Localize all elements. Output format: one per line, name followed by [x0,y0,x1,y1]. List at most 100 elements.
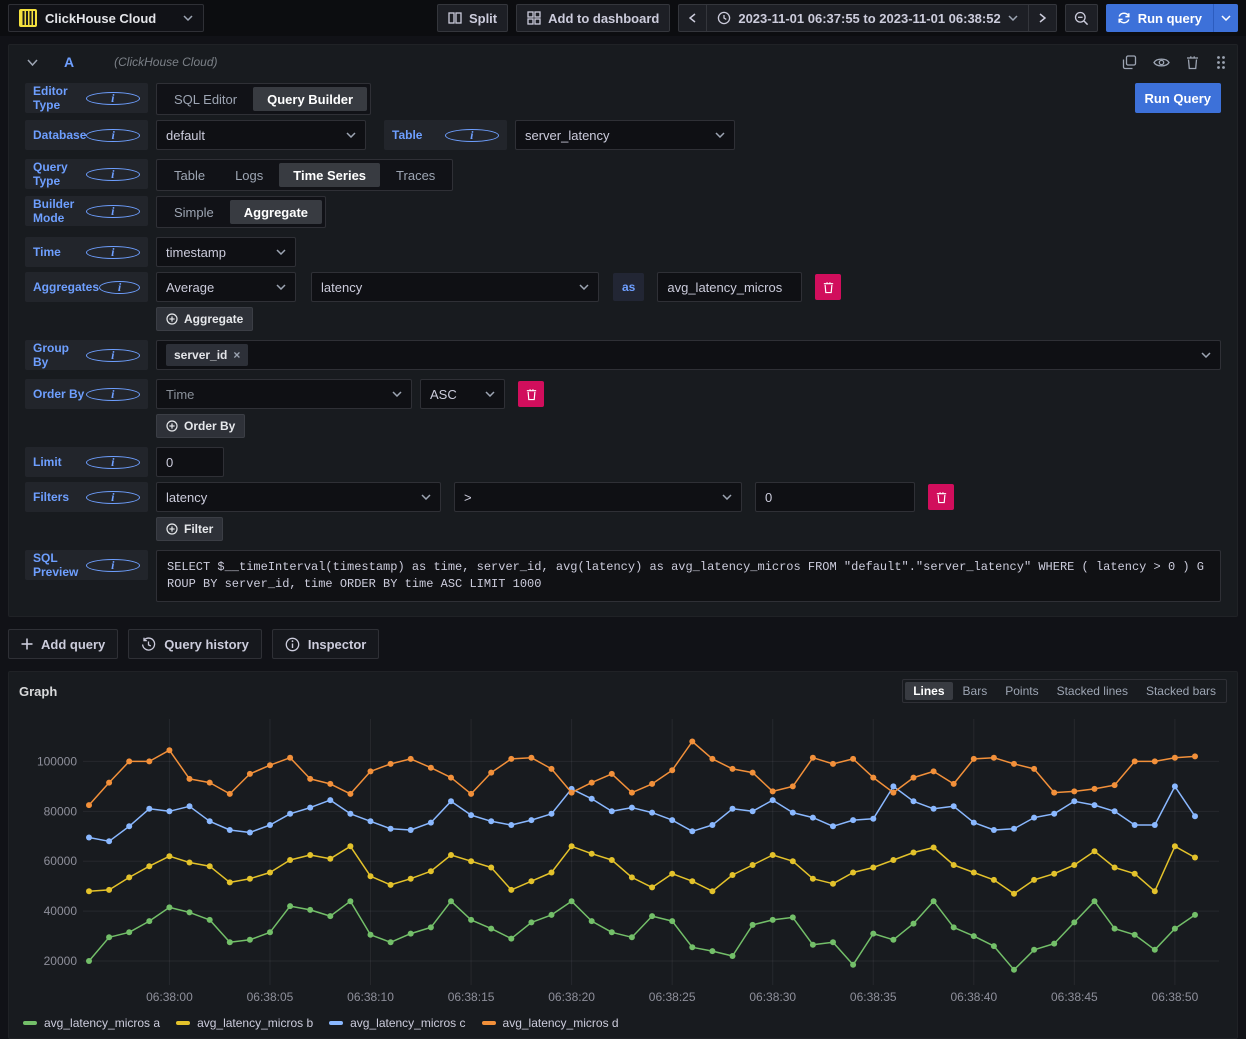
info-icon[interactable]: i [99,281,140,294]
dashboard-grid-icon [527,11,541,25]
limit-label: Limit i [25,447,148,477]
clock-icon [717,11,731,25]
collapse-chevron-icon[interactable] [27,59,38,66]
aggregate-alias-input[interactable] [657,272,802,302]
aggregate-column-select[interactable]: latency [311,272,599,302]
chevron-down-icon [485,391,495,397]
info-icon[interactable]: i [86,205,141,218]
remove-filter-button[interactable] [928,484,954,510]
add-order-by-label: Order By [184,419,235,433]
aggregate-function-select[interactable]: Average [156,272,296,302]
query-history-button[interactable]: Query history [128,629,262,659]
graph-style-stacked-lines[interactable]: Stacked lines [1049,682,1136,700]
legend-item[interactable]: avg_latency_micros a [23,1016,160,1030]
remove-aggregate-button[interactable] [815,274,841,300]
query-type-traces[interactable]: Traces [382,163,449,187]
legend-label: avg_latency_micros a [44,1016,160,1030]
remove-tag-icon[interactable]: × [233,348,240,362]
limit-input[interactable] [156,447,224,477]
legend-label: avg_latency_micros c [350,1016,465,1030]
editor-type-query-builder[interactable]: Query Builder [253,87,367,111]
info-icon[interactable]: i [86,246,141,259]
sql-preview-text: SELECT $__timeInterval(timestamp) as tim… [156,550,1221,602]
graph-style-lines[interactable]: Lines [905,682,952,700]
duplicate-query-icon[interactable] [1122,55,1137,70]
graph-style-points[interactable]: Points [997,682,1046,700]
info-icon[interactable]: i [86,388,141,401]
info-icon[interactable]: i [86,92,141,105]
time-shift-back-button[interactable] [678,4,707,32]
remove-query-trash-icon[interactable] [1186,55,1199,70]
info-icon[interactable]: i [86,456,141,469]
add-query-button[interactable]: Add query [8,629,118,659]
datasource-picker[interactable]: ClickHouse Cloud [8,4,204,32]
time-range-button[interactable]: 2023-11-01 06:37:55 to 2023-11-01 06:38:… [706,4,1028,32]
time-series-chart[interactable]: 2000040000600008000010000006:38:0006:38:… [9,705,1237,1014]
database-label: Database i [25,120,148,150]
svg-text:06:38:00: 06:38:00 [146,990,193,1004]
chevron-down-icon [392,391,402,397]
builder-mode-simple[interactable]: Simple [160,200,228,224]
query-type-logs[interactable]: Logs [221,163,277,187]
editor-type-label: Editor Type i [25,83,148,113]
query-type-time-series[interactable]: Time Series [279,163,380,187]
run-query-editor-button[interactable]: Run Query [1135,83,1221,113]
plus-circle-icon [166,523,178,535]
database-select[interactable]: default [156,120,366,150]
order-by-direction-select[interactable]: ASC [420,379,505,409]
info-icon[interactable]: i [86,559,141,572]
query-ref-id[interactable]: A [64,54,74,70]
group-by-label: Group By i [25,340,148,370]
graph-style-bars[interactable]: Bars [955,682,996,700]
legend-label: avg_latency_micros d [503,1016,619,1030]
hide-response-eye-icon[interactable] [1153,56,1170,69]
legend-item[interactable]: avg_latency_micros c [329,1016,465,1030]
group-by-tag: server_id × [166,344,248,366]
time-shift-forward-button[interactable] [1028,4,1057,32]
order-by-field-select[interactable]: Time [156,379,412,409]
chevron-down-icon [722,494,732,500]
query-editor-panel: A (ClickHouse Cloud) Editor Type i SQL E… [8,44,1238,617]
split-label: Split [469,11,497,26]
graph-style-stacked-bars[interactable]: Stacked bars [1138,682,1224,700]
add-aggregate-button[interactable]: Aggregate [156,307,253,331]
inspector-button[interactable]: Inspector [272,629,380,659]
add-filter-label: Filter [184,522,213,536]
query-type-toggle: Table Logs Time Series Traces [156,159,453,191]
svg-text:06:38:30: 06:38:30 [749,990,796,1004]
query-history-label: Query history [164,637,249,652]
legend-item[interactable]: avg_latency_micros b [176,1016,313,1030]
query-type-table[interactable]: Table [160,163,219,187]
run-query-button[interactable]: Run query [1106,4,1213,32]
info-icon[interactable]: i [445,129,500,142]
plus-circle-icon [166,313,178,325]
chevron-down-icon [715,132,725,138]
info-icon[interactable]: i [86,349,141,362]
info-icon[interactable]: i [86,129,140,142]
builder-mode-aggregate[interactable]: Aggregate [230,200,322,224]
legend-item[interactable]: avg_latency_micros d [482,1016,619,1030]
info-icon[interactable]: i [86,491,141,504]
filter-field-select[interactable]: latency [156,482,441,512]
table-select[interactable]: server_latency [515,120,735,150]
editor-type-sql-editor[interactable]: SQL Editor [160,87,251,111]
time-column-select[interactable]: timestamp [156,237,296,267]
query-editor-header: A (ClickHouse Cloud) [9,45,1237,79]
graph-panel: Graph Lines Bars Points Stacked lines St… [8,671,1238,1039]
run-query-interval-dropdown[interactable] [1213,4,1238,32]
zoom-out-button[interactable] [1065,4,1098,32]
info-icon[interactable]: i [86,168,141,181]
chevron-down-icon [276,249,286,255]
add-to-dashboard-button[interactable]: Add to dashboard [516,4,670,32]
remove-order-by-button[interactable] [518,381,544,407]
filter-operator-select[interactable]: > [454,482,742,512]
group-by-select[interactable]: server_id × [156,340,1221,370]
add-order-by-button[interactable]: Order By [156,414,245,438]
add-filter-button[interactable]: Filter [156,517,223,541]
filter-value-input[interactable] [755,482,915,512]
svg-text:06:38:25: 06:38:25 [649,990,696,1004]
svg-text:06:38:45: 06:38:45 [1051,990,1098,1004]
drag-handle-icon[interactable] [1215,55,1227,70]
plus-icon [21,638,33,650]
split-button[interactable]: Split [437,4,508,32]
